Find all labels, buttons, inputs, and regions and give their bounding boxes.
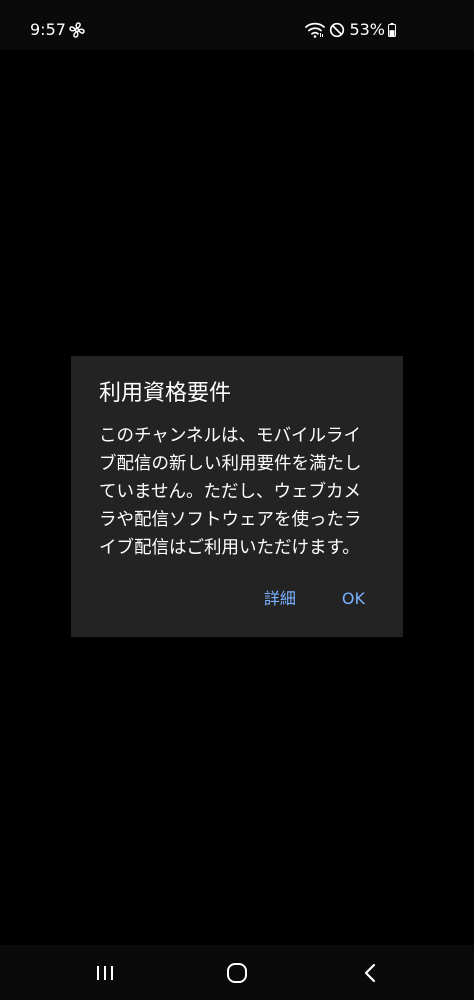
do-not-disturb-icon: [330, 22, 345, 38]
battery-icon: [388, 23, 396, 37]
details-button[interactable]: 詳細: [264, 589, 296, 609]
fan-icon: [69, 22, 85, 38]
ok-button[interactable]: OK: [342, 589, 365, 609]
dialog-message: このチャンネルは、モバイルライブ配信の新しい利用要件を満たしていません。ただし、…: [99, 426, 362, 558]
status-bar: 9:57 53%: [0, 0, 474, 50]
dialog-title: 利用資格要件: [99, 381, 232, 406]
home-button[interactable]: [223, 959, 251, 987]
status-icons: 53%: [305, 20, 396, 40]
back-icon: [364, 963, 376, 983]
status-time: 9:57: [30, 20, 66, 39]
recents-icon: [97, 966, 113, 980]
wifi-icon: [305, 22, 326, 38]
back-button[interactable]: [356, 959, 384, 987]
battery-percent: 53%: [349, 20, 385, 39]
recents-button[interactable]: [91, 959, 119, 987]
navigation-bar: [0, 945, 474, 1000]
home-icon: [227, 963, 247, 983]
dialog-actions: 詳細 OK: [264, 589, 365, 609]
eligibility-dialog: 利用資格要件 このチャンネルは、モバイルライブ配信の新しい利用要件を満たしていま…: [71, 356, 403, 637]
